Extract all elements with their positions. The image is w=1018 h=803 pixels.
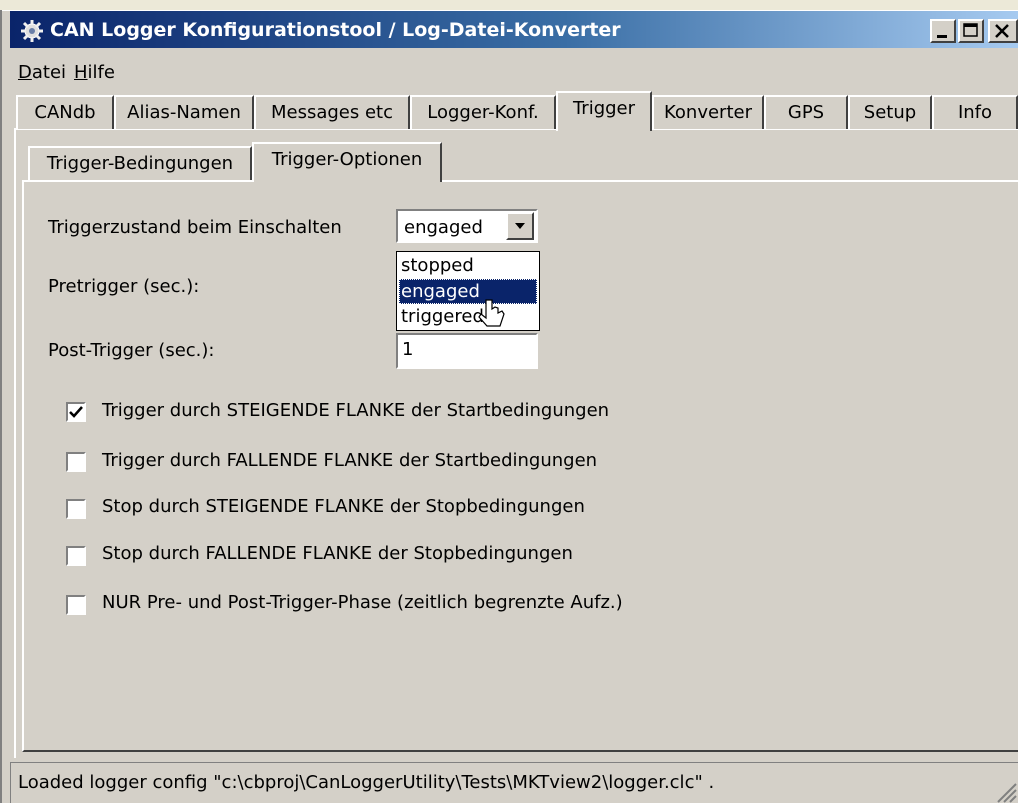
trigger-state-label: Triggerzustand beim Einschalten bbox=[48, 217, 342, 238]
posttrigger-input[interactable]: 1 bbox=[396, 333, 538, 369]
option-engaged[interactable]: engaged bbox=[399, 279, 537, 304]
gear-icon bbox=[21, 20, 43, 42]
checkbox-falling-start-label[interactable]: Trigger durch FALLENDE FLANKE der Startb… bbox=[102, 450, 597, 471]
checkbox-rising-start-label[interactable]: Trigger durch STEIGENDE FLANKE der Start… bbox=[102, 400, 609, 421]
minimize-icon bbox=[937, 35, 947, 38]
checkbox-pre-post-only[interactable] bbox=[66, 595, 86, 615]
close-button[interactable] bbox=[988, 19, 1018, 43]
combobox-dropdown-button[interactable] bbox=[506, 212, 534, 240]
menu-hilfe[interactable]: Hilfe bbox=[74, 60, 115, 86]
tab-logger-konf[interactable]: Logger-Konf. bbox=[410, 95, 556, 129]
tab-setup[interactable]: Setup bbox=[848, 95, 932, 129]
checkbox-falling-stop-label[interactable]: Stop durch FALLENDE FLANKE der Stopbedin… bbox=[102, 543, 573, 564]
tab-gps[interactable]: GPS bbox=[764, 95, 848, 129]
checkbox-pre-post-only-label[interactable]: NUR Pre- und Post-Trigger-Phase (zeitlic… bbox=[102, 592, 623, 613]
trigger-state-value: engaged bbox=[404, 217, 483, 238]
mouse-cursor-icon bbox=[478, 299, 505, 327]
desktop-strip bbox=[0, 0, 1018, 10]
window-title: CAN Logger Konfigurationstool / Log-Date… bbox=[50, 19, 621, 41]
checkbox-falling-stop[interactable] bbox=[66, 546, 86, 566]
checkbox-falling-start[interactable] bbox=[66, 452, 86, 472]
option-triggered[interactable]: triggered bbox=[399, 304, 537, 329]
tab-konverter[interactable]: Konverter bbox=[652, 95, 764, 129]
window-left-border bbox=[0, 10, 2, 803]
posttrigger-label: Post-Trigger (sec.): bbox=[48, 340, 215, 361]
subtab-trigger-optionen[interactable]: Trigger-Optionen bbox=[252, 142, 442, 182]
close-icon bbox=[995, 24, 1009, 38]
checkbox-rising-start[interactable] bbox=[66, 402, 86, 422]
menu-datei[interactable]: Datei bbox=[18, 60, 66, 86]
tab-candb[interactable]: CANdb bbox=[16, 95, 114, 129]
checkbox-rising-stop-label[interactable]: Stop durch STEIGENDE FLANKE der Stopbedi… bbox=[102, 496, 585, 517]
minimize-button[interactable] bbox=[930, 19, 956, 43]
checkbox-rising-stop[interactable] bbox=[66, 499, 86, 519]
tab-alias-namen[interactable]: Alias-Namen bbox=[114, 95, 254, 129]
maximize-icon bbox=[963, 23, 978, 37]
maximize-button[interactable] bbox=[958, 19, 984, 43]
subtab-trigger-bedingungen[interactable]: Trigger-Bedingungen bbox=[28, 146, 252, 180]
chevron-down-icon bbox=[515, 223, 525, 229]
option-stopped[interactable]: stopped bbox=[399, 253, 537, 278]
tab-info[interactable]: Info bbox=[932, 95, 1018, 129]
trigger-state-dropdown-list[interactable]: stopped engaged triggered bbox=[396, 251, 540, 331]
resize-grip-icon[interactable] bbox=[992, 778, 1018, 803]
status-text: Loaded logger config "c:\cbproj\CanLogge… bbox=[18, 772, 715, 793]
checkmark-icon bbox=[69, 406, 83, 418]
tab-messages-etc[interactable]: Messages etc bbox=[254, 95, 410, 129]
pretrigger-label: Pretrigger (sec.): bbox=[48, 276, 200, 297]
tab-trigger[interactable]: Trigger bbox=[556, 91, 652, 131]
